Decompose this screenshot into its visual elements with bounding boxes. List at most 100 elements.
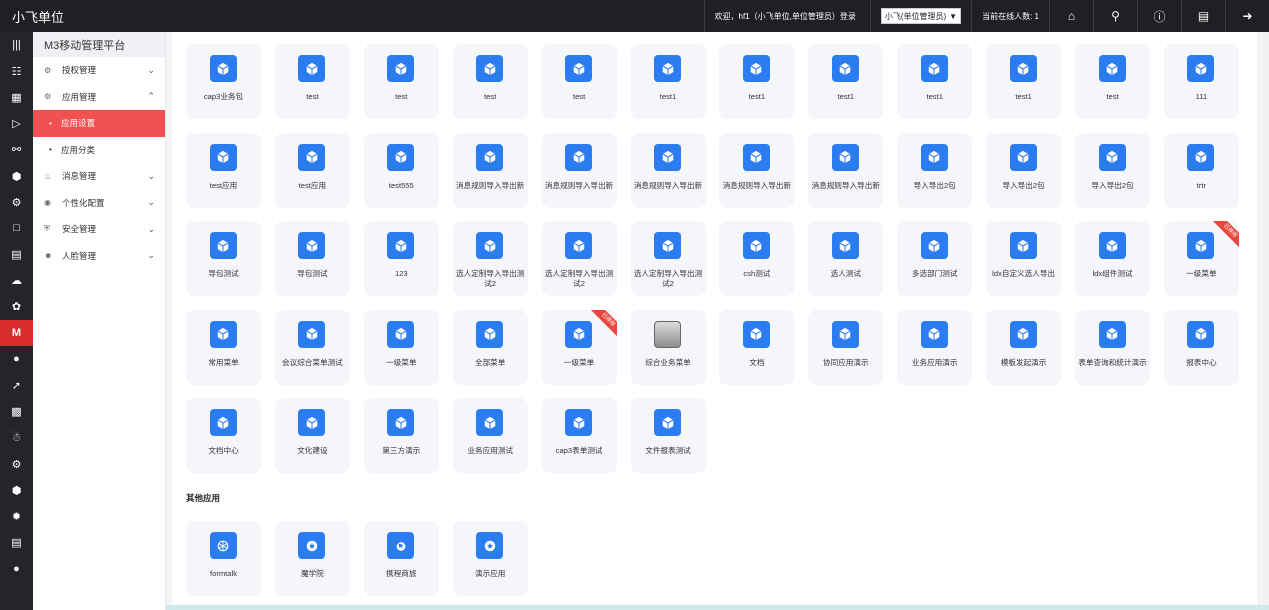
app-card[interactable]: 演示应用 bbox=[452, 521, 528, 596]
sidebar-item-personalize[interactable]: ◉ 个性化配置 ⌄ bbox=[33, 190, 165, 217]
app-card[interactable]: 选人定制导入导出测试2 bbox=[452, 221, 528, 296]
app-card[interactable]: 消息规则导入导出新 bbox=[808, 132, 884, 208]
app-card[interactable]: test应用 bbox=[186, 132, 261, 208]
m3-icon[interactable]: M bbox=[0, 320, 33, 347]
monitor-icon[interactable]: ▤ bbox=[1181, 0, 1225, 32]
sidebar-subitem-app-category[interactable]: • 应用分类 bbox=[33, 137, 165, 164]
app-card[interactable]: 文档 bbox=[719, 309, 795, 385]
menu-icon[interactable]: ||| bbox=[0, 32, 33, 58]
app-card[interactable]: test bbox=[541, 44, 617, 119]
cube-icon bbox=[1009, 143, 1037, 171]
app-card[interactable]: 111 bbox=[1163, 44, 1239, 119]
gear-cube-icon[interactable]: ⚙ bbox=[0, 451, 33, 477]
app-card[interactable]: 多选部门测试 bbox=[897, 221, 973, 296]
robot-icon[interactable]: ☃ bbox=[0, 425, 33, 451]
app-card[interactable]: cap3表单测试 bbox=[541, 398, 617, 473]
app-card[interactable]: test1 bbox=[808, 44, 884, 119]
sidebar-item-auth[interactable]: ⚙ 授权管理 ⌄ bbox=[33, 57, 165, 84]
app-card[interactable]: test555 bbox=[363, 132, 439, 208]
chat-icon[interactable]: ● bbox=[0, 346, 33, 372]
box-icon[interactable]: ⚙ bbox=[0, 189, 33, 215]
app-card[interactable]: 消息规则导入导出新 bbox=[541, 132, 617, 208]
tag-icon[interactable]: ▷ bbox=[0, 111, 33, 137]
scrollbar[interactable] bbox=[1263, 32, 1269, 610]
app-card[interactable]: formtalk bbox=[186, 521, 261, 596]
app-card[interactable]: ldx组件测试 bbox=[1075, 221, 1150, 296]
app-card[interactable]: test bbox=[274, 44, 350, 119]
app-card[interactable]: 第三方演示 bbox=[363, 398, 439, 473]
sidebar-item-label: 应用管理 bbox=[62, 91, 97, 102]
app-card[interactable]: 一级菜单 已停用 bbox=[541, 309, 617, 385]
table-icon[interactable]: ▦ bbox=[0, 84, 33, 110]
cube-icon bbox=[565, 232, 593, 259]
app-card[interactable]: 会议综合菜单测试 bbox=[274, 309, 350, 385]
cube-icon bbox=[565, 409, 593, 436]
settings-icon[interactable]: ✹ bbox=[0, 503, 33, 529]
app-card[interactable]: 携程商旅 bbox=[363, 521, 439, 596]
app-card[interactable]: 协同应用演示 bbox=[808, 309, 884, 385]
app-card[interactable]: test bbox=[363, 44, 439, 119]
cube-icon bbox=[209, 232, 237, 259]
app-card[interactable]: 消息规则导入导出新 bbox=[452, 132, 528, 208]
sidebar-subitem-app-settings[interactable]: • 应用设置 bbox=[33, 110, 165, 137]
key-icon[interactable]: ⚲ bbox=[1093, 0, 1137, 32]
app-card[interactable]: 一级菜单 bbox=[363, 309, 439, 385]
database-icon[interactable]: ▤ bbox=[0, 242, 33, 268]
user-icon[interactable]: ● bbox=[0, 556, 33, 582]
sidebar-item-face[interactable]: ☻ 人脸管理 ⌄ bbox=[33, 243, 165, 270]
org-icon[interactable]: ☷ bbox=[0, 58, 33, 84]
cloud-icon[interactable]: ☁ bbox=[0, 268, 33, 294]
app-name: 一级菜单 bbox=[563, 357, 595, 367]
app-card[interactable]: 导包测试 bbox=[186, 221, 261, 296]
app-card[interactable]: test1 bbox=[719, 44, 795, 119]
app-card[interactable]: 导包测试 bbox=[274, 221, 350, 296]
app-card[interactable]: 选人定制导入导出测试2 bbox=[541, 221, 617, 296]
app-card[interactable]: test bbox=[452, 44, 528, 119]
app-card[interactable]: 文件报表测试 bbox=[630, 398, 706, 473]
app-card[interactable]: 123 bbox=[363, 221, 439, 296]
package-icon[interactable]: ⬢ bbox=[0, 477, 33, 503]
app-card[interactable]: cap3业务包 bbox=[186, 44, 261, 119]
app-card[interactable]: 全部菜单 bbox=[452, 309, 528, 385]
app-card[interactable]: 表单查询和统计演示 bbox=[1075, 309, 1150, 385]
app-card[interactable]: 常用菜单 bbox=[186, 309, 261, 385]
app-card[interactable]: 业务应用测试 bbox=[452, 398, 528, 473]
sidebar-item-security[interactable]: ⛨ 安全管理 ⌄ bbox=[33, 216, 165, 243]
app-card[interactable]: 导入导出2包 bbox=[1075, 132, 1150, 208]
unit-select[interactable]: 小飞(单位管理员) ▼ bbox=[880, 8, 962, 24]
app-card[interactable]: 消息规则导入导出新 bbox=[719, 132, 795, 208]
app-card[interactable]: 消息规则导入导出新 bbox=[630, 132, 706, 208]
app-card[interactable]: 文化建设 bbox=[274, 398, 350, 473]
app-card[interactable]: test bbox=[1075, 44, 1150, 119]
app-card[interactable]: csh测试 bbox=[719, 221, 795, 296]
app-card[interactable]: test1 bbox=[986, 44, 1062, 119]
app-card[interactable]: 业务应用演示 bbox=[897, 309, 973, 385]
logout-icon[interactable]: ➜ bbox=[1225, 0, 1269, 32]
sidebar-item-message[interactable]: ♨ 消息管理 ⌄ bbox=[33, 163, 165, 190]
brush-icon[interactable]: ➚ bbox=[0, 372, 33, 398]
link-icon[interactable]: ⚯ bbox=[0, 137, 33, 163]
sidebar-item-app-manage[interactable]: ⚙ 应用管理 ⌃ bbox=[33, 84, 165, 111]
app-card[interactable]: ldx自定义选人导出 bbox=[986, 221, 1062, 296]
app-card[interactable]: 选人定制导入导出测试2 bbox=[630, 221, 706, 296]
help-icon[interactable]: ⓘ bbox=[1137, 0, 1181, 32]
home-icon[interactable]: ⌂ bbox=[1049, 0, 1093, 32]
app-card[interactable]: 魔学院 bbox=[274, 521, 350, 596]
app-card[interactable]: 导入导出2包 bbox=[897, 132, 973, 208]
app-card[interactable]: 综合业务菜单 bbox=[630, 309, 706, 385]
cube-icon[interactable]: ⬢ bbox=[0, 163, 33, 189]
app-card[interactable]: trtr bbox=[1163, 132, 1239, 208]
app-card[interactable]: test1 bbox=[897, 44, 973, 119]
app-card[interactable]: 报表中心 bbox=[1163, 309, 1239, 385]
chart-icon[interactable]: ▩ bbox=[0, 399, 33, 425]
app-card[interactable]: 选人测试 bbox=[808, 221, 884, 296]
app-card[interactable]: 文档中心 bbox=[186, 398, 261, 473]
app-card[interactable]: 导入导出2包 bbox=[986, 132, 1062, 208]
app-card[interactable]: 模板发起演示 bbox=[986, 309, 1062, 385]
file-icon[interactable]: □ bbox=[0, 215, 33, 241]
app-card[interactable]: 一级菜单 已停用 bbox=[1163, 221, 1239, 296]
app-card[interactable]: test1 bbox=[630, 44, 706, 119]
app-card[interactable]: test应用 bbox=[274, 132, 350, 208]
laptop-icon[interactable]: ▤ bbox=[0, 530, 33, 556]
fan-icon[interactable]: ✿ bbox=[0, 294, 33, 320]
